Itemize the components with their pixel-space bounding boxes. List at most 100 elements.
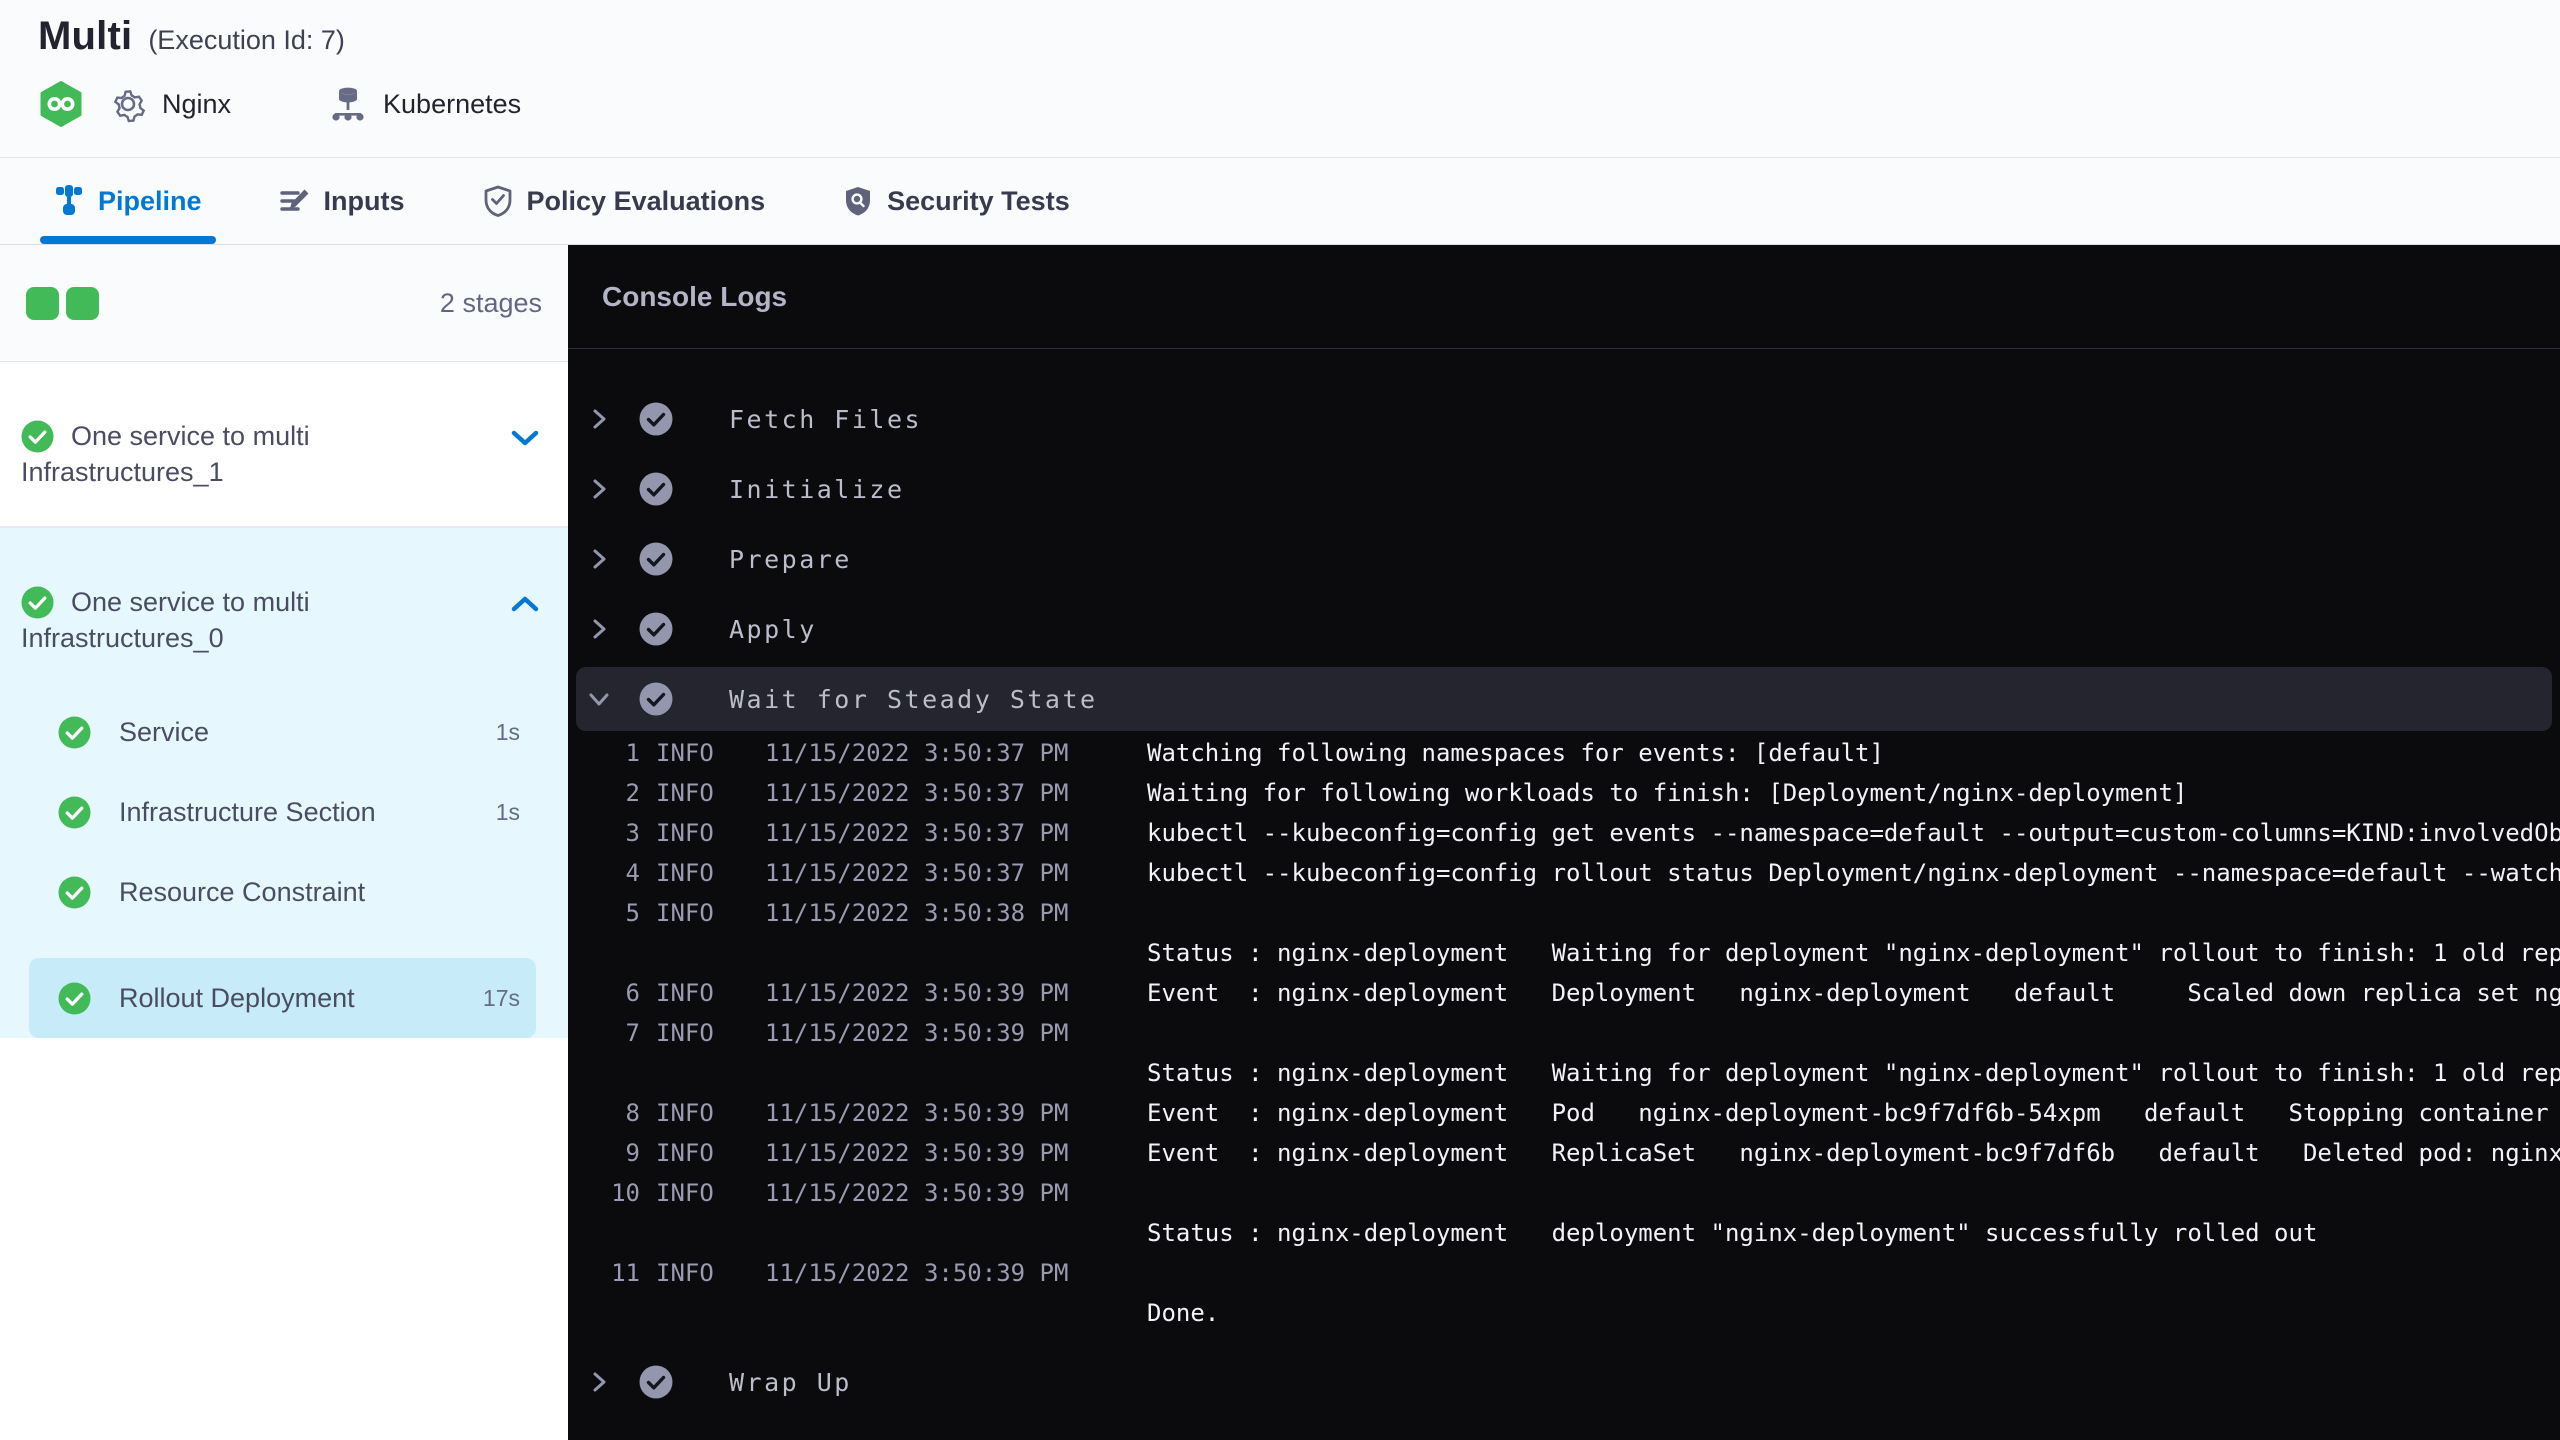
step-name: Rollout Deployment xyxy=(119,982,355,1013)
security-shield-scan-icon xyxy=(846,187,871,216)
log-message: Waiting for following workloads to finis… xyxy=(1147,779,2188,807)
chevron-up-icon[interactable] xyxy=(510,594,540,614)
log-line: 6 INFO 11/15/2022 3:50:39 PM Event : nginx-… xyxy=(568,973,2560,1013)
log-timestamp xyxy=(726,1053,1108,1093)
log-section-prepare[interactable]: Prepare xyxy=(568,524,2560,594)
log-section-wrap-up[interactable]: Wrap Up xyxy=(568,1347,2560,1417)
log-level xyxy=(640,1293,726,1333)
log-timestamp: 11/15/2022 3:50:37 PM xyxy=(765,739,1069,767)
stage-status-square[interactable] xyxy=(26,286,59,320)
kubernetes-infrastructure-icon xyxy=(332,87,364,121)
harness-cd-icon xyxy=(40,81,82,127)
log-line-number: 4 xyxy=(625,859,640,887)
environment-name-label: Kubernetes xyxy=(383,88,522,119)
log-message xyxy=(1108,893,2560,933)
chevron-right-icon xyxy=(593,619,606,639)
log-line: 1 INFO 11/15/2022 3:50:37 PM Watching follo… xyxy=(568,733,2560,773)
log-section-label: Initialize xyxy=(729,474,905,504)
log-level: INFO xyxy=(656,1179,714,1207)
execution-id-label: (Execution Id: 7) xyxy=(148,25,345,55)
log-message xyxy=(1108,1253,2560,1293)
tab-security-tests-label: Security Tests xyxy=(887,185,1070,216)
tab-security-tests[interactable]: Security Tests xyxy=(829,158,1084,244)
stage-name-line2: Infrastructures_0 xyxy=(21,623,224,653)
stages-summary-header: 2 stages xyxy=(0,245,568,362)
log-line: 9 INFO 11/15/2022 3:50:39 PM Event : nginx-… xyxy=(568,1133,2560,1173)
console-header: Console Logs xyxy=(568,245,2560,349)
stage-item-infrastructures-0[interactable]: One service to multi Infrastructures_0 S… xyxy=(0,527,568,1038)
step-row-rollout-deployment[interactable]: Rollout Deployment 17s xyxy=(29,958,536,1038)
log-section-initialize[interactable]: Initialize xyxy=(568,454,2560,524)
log-timestamp: 11/15/2022 3:50:39 PM xyxy=(765,1259,1069,1287)
success-check-icon xyxy=(21,585,54,619)
success-check-icon xyxy=(58,875,91,909)
log-line-number: 2 xyxy=(625,779,640,807)
step-row-resource-constraint[interactable]: Resource Constraint xyxy=(21,852,544,932)
step-row-infrastructure-section[interactable]: Infrastructure Section 1s xyxy=(21,772,544,852)
log-message: Event : nginx-deployment Pod nginx-deplo… xyxy=(1147,1099,2549,1127)
log-message xyxy=(1108,1173,2560,1213)
step-duration: 1s xyxy=(495,718,520,745)
log-section-fetch-files[interactable]: Fetch Files xyxy=(568,384,2560,454)
log-level: INFO xyxy=(656,1019,714,1047)
tab-policy-evaluations-label: Policy Evaluations xyxy=(526,185,766,216)
stage-item-infrastructures-1[interactable]: One service to multi Infrastructures_1 xyxy=(0,362,568,527)
service-gear-icon xyxy=(113,90,146,123)
environment-meta: Kubernetes xyxy=(231,83,521,125)
log-level: INFO xyxy=(656,779,714,807)
tab-pipeline[interactable]: Pipeline xyxy=(40,158,216,244)
success-check-icon xyxy=(21,419,54,453)
policy-shield-check-icon xyxy=(484,185,511,217)
log-timestamp: 11/15/2022 3:50:37 PM xyxy=(765,859,1069,887)
log-line-number xyxy=(568,1213,640,1253)
log-message: Status : nginx-deployment deployment "ng… xyxy=(1147,1219,2318,1247)
log-line-number xyxy=(568,1053,640,1093)
log-line-number: 5 xyxy=(625,899,640,927)
step-name: Resource Constraint xyxy=(119,876,366,907)
log-message: Event : nginx-deployment Deployment ngin… xyxy=(1147,979,2560,1007)
step-list: Service 1s Infrastructure Section 1s Res… xyxy=(21,656,544,1038)
chevron-right-icon xyxy=(593,479,606,499)
log-timestamp: 11/15/2022 3:50:37 PM xyxy=(765,779,1069,807)
console-title: Console Logs xyxy=(602,280,788,312)
log-level: INFO xyxy=(656,1139,714,1167)
log-line-number: 11 xyxy=(611,1259,640,1287)
log-line: 2 INFO 11/15/2022 3:50:37 PM Waiting for fo… xyxy=(568,773,2560,813)
log-line: 3 INFO 11/15/2022 3:50:37 PM kubectl --kube… xyxy=(568,813,2560,853)
stage-title: One service to multi Infrastructures_1 xyxy=(21,418,544,490)
log-line: 7 INFO 11/15/2022 3:50:39 PM xyxy=(568,1013,2560,1053)
log-line: 11 INFO 11/15/2022 3:50:39 PM xyxy=(568,1253,2560,1293)
log-lines: 1 INFO 11/15/2022 3:50:37 PM Watching follo… xyxy=(568,733,2560,1333)
log-section-label: Wrap Up xyxy=(729,1367,852,1397)
step-name: Service xyxy=(119,716,210,747)
console-log-viewer[interactable]: Fetch Files Initialize Prepare Apply Wai… xyxy=(568,349,2560,1417)
log-line: 8 INFO 11/15/2022 3:50:39 PM Event : nginx-… xyxy=(568,1093,2560,1133)
log-section-wait-for-steady-state[interactable]: Wait for Steady State xyxy=(576,667,2552,731)
log-message: kubectl --kubeconfig=config get events -… xyxy=(1147,819,2560,847)
log-level: INFO xyxy=(656,979,714,1007)
log-section-apply[interactable]: Apply xyxy=(568,594,2560,664)
pipeline-icon xyxy=(56,185,82,215)
log-line: 10 INFO 11/15/2022 3:50:39 PM xyxy=(568,1173,2560,1213)
log-message xyxy=(1108,1013,2560,1053)
log-timestamp: 11/15/2022 3:50:39 PM xyxy=(765,1139,1069,1167)
log-line-number: 3 xyxy=(625,819,640,847)
log-timestamp: 11/15/2022 3:50:39 PM xyxy=(765,1019,1069,1047)
log-level xyxy=(640,1053,726,1093)
log-line-number: 1 xyxy=(625,739,640,767)
log-message: Status : nginx-deployment Waiting for de… xyxy=(1147,939,2560,967)
tab-inputs-label: Inputs xyxy=(323,185,405,216)
chevron-down-icon[interactable] xyxy=(510,428,540,448)
stage-name-line1: One service to multi xyxy=(71,587,310,617)
log-section-label: Prepare xyxy=(729,544,852,574)
step-row-service[interactable]: Service 1s xyxy=(21,692,544,772)
log-line-number xyxy=(568,933,640,973)
log-timestamp: 11/15/2022 3:50:37 PM xyxy=(765,819,1069,847)
execution-tabbar: Pipeline Inputs Policy Evaluations Secur… xyxy=(0,158,2560,245)
service-meta: Nginx xyxy=(108,84,231,124)
success-check-icon xyxy=(58,981,91,1015)
log-line-number xyxy=(568,1293,640,1333)
tab-policy-evaluations[interactable]: Policy Evaluations xyxy=(469,158,780,244)
stage-status-square[interactable] xyxy=(66,286,99,320)
tab-inputs[interactable]: Inputs xyxy=(266,158,419,244)
